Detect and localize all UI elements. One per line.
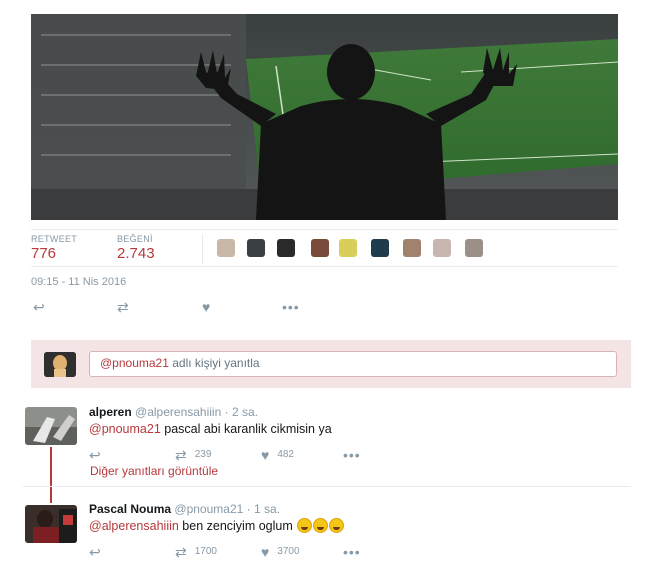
author-handle[interactable]: @pnouma21 — [174, 502, 243, 516]
avatar[interactable] — [25, 407, 77, 445]
retweet-icon[interactable]: ⇄ — [117, 298, 129, 316]
tweet-content: ben zenciyim oglum — [178, 519, 293, 533]
tweet-content: pascal abi karanlik cikmisin ya — [160, 422, 332, 436]
retweet-icon: ⇄ — [175, 544, 187, 560]
tweet-actions: ↩ ⇄ ♥ ••• — [31, 298, 331, 316]
retweet-icon: ⇄ — [175, 447, 187, 463]
laughing-emoji-icon — [297, 518, 313, 533]
stadium-photo — [31, 14, 618, 220]
tweet-header: alperen @alperensahiiin · 2 sa. — [89, 404, 609, 420]
retweet-button[interactable]: ⇄ 239 — [175, 446, 211, 465]
reply-input[interactable]: @pnouma21 adlı kişiyi yanıtla — [89, 351, 617, 377]
liker-avatar[interactable] — [465, 239, 483, 257]
laughing-emoji-icon — [313, 518, 329, 533]
reply-composer: @pnouma21 adlı kişiyi yanıtla — [31, 340, 631, 388]
retweet-count: 1700 — [194, 546, 217, 557]
current-user-avatar — [44, 352, 76, 377]
tweet-body: alperen @alperensahiiin · 2 sa. @pnouma2… — [89, 404, 609, 464]
avatar[interactable] — [25, 505, 77, 543]
like-count: 3700 — [277, 546, 300, 557]
tweet-photo[interactable] — [31, 14, 618, 220]
more-icon[interactable]: ••• — [343, 446, 361, 465]
reply-placeholder: adlı kişiyi yanıtla — [168, 356, 260, 370]
more-icon[interactable]: ••• — [282, 298, 300, 316]
heart-icon: ♥ — [261, 447, 270, 463]
mention-link[interactable]: @pnouma21 — [89, 422, 161, 436]
reply-icon[interactable]: ↩ — [89, 446, 101, 465]
author-name[interactable]: Pascal Nouma — [89, 502, 171, 516]
liker-avatar[interactable] — [403, 239, 421, 257]
retweet-button[interactable]: ⇄ 1700 — [175, 543, 217, 562]
like-button[interactable]: ♥ 482 — [261, 446, 294, 465]
like-count: 482 — [277, 449, 294, 460]
author-handle[interactable]: @alperensahiiin — [135, 405, 221, 419]
tweet-time[interactable]: · 1 sa. — [247, 502, 280, 516]
divider — [23, 486, 631, 487]
retweet-label: RETWEET — [31, 234, 78, 244]
tweet-text: @alperensahiiin ben zenciyim oglum — [89, 517, 609, 535]
liker-avatar[interactable] — [311, 239, 329, 257]
like-stat[interactable]: BEĞENİ 2.743 — [117, 234, 155, 262]
view-more-replies-link[interactable]: Diğer yanıtları görüntüle — [90, 464, 218, 478]
liker-avatar[interactable] — [371, 239, 389, 257]
like-label: BEĞENİ — [117, 234, 153, 244]
reply-mention: @pnouma21 — [100, 356, 169, 370]
tweet-timestamp[interactable]: 09:15 - 11 Nis 2016 — [31, 276, 126, 288]
liker-avatar[interactable] — [339, 239, 357, 257]
thread-connector — [50, 447, 52, 503]
heart-icon: ♥ — [261, 544, 270, 560]
heart-icon[interactable]: ♥ — [202, 298, 210, 316]
retweet-count: 776 — [31, 245, 57, 262]
liker-avatar[interactable] — [277, 239, 295, 257]
tweet-header: Pascal Nouma @pnouma21 · 1 sa. — [89, 501, 609, 517]
liker-avatar[interactable] — [433, 239, 451, 257]
mention-link[interactable]: @alperensahiiin — [89, 519, 179, 533]
tweet-actions: ↩ ⇄ 1700 ♥ 3700 ••• — [89, 543, 609, 561]
tweet-body: Pascal Nouma @pnouma21 · 1 sa. @alperens… — [89, 501, 609, 561]
more-icon[interactable]: ••• — [343, 543, 361, 562]
reply-icon[interactable]: ↩ — [33, 298, 45, 316]
tweet-text: @pnouma21 pascal abi karanlik cikmisin y… — [89, 420, 609, 438]
retweet-count: 239 — [194, 449, 212, 460]
reply-icon[interactable]: ↩ — [89, 543, 101, 562]
like-button[interactable]: ♥ 3700 — [261, 543, 300, 562]
laughing-emoji-icon — [329, 518, 345, 533]
liker-avatar[interactable] — [247, 239, 265, 257]
engagement-stats: RETWEET 776 BEĞENİ 2.743 — [31, 229, 618, 267]
author-name[interactable]: alperen — [89, 405, 132, 419]
liker-avatar[interactable] — [217, 239, 235, 257]
retweet-stat[interactable]: RETWEET 776 — [31, 234, 77, 262]
tweet-time[interactable]: · 2 sa. — [225, 405, 258, 419]
stats-divider — [202, 234, 203, 264]
like-count: 2.743 — [117, 245, 155, 262]
tweet-actions: ↩ ⇄ 239 ♥ 482 ••• — [89, 446, 609, 464]
